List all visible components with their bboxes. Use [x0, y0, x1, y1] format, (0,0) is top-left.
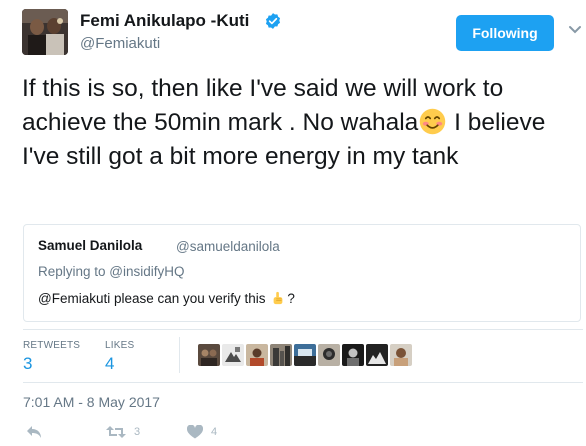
liker-avatar[interactable] — [246, 344, 268, 366]
quoted-author-name: Samuel Danilola — [38, 238, 143, 253]
author-avatar[interactable] — [22, 9, 68, 55]
liker-avatar[interactable] — [342, 344, 364, 366]
likers-avatar-list — [198, 344, 412, 366]
heart-icon — [187, 425, 203, 439]
liker-avatar[interactable] — [366, 344, 388, 366]
quoted-text-part-2: ? — [287, 291, 295, 306]
like-action-count: 4 — [211, 426, 218, 438]
following-button[interactable]: Following — [456, 15, 554, 51]
liker-avatar[interactable] — [270, 344, 292, 366]
replying-to-text: Replying to @insidifyHQ — [38, 264, 185, 279]
liker-avatar[interactable] — [198, 344, 220, 366]
liker-avatar[interactable] — [222, 344, 244, 366]
liker-avatar[interactable] — [294, 344, 316, 366]
stats-vertical-divider — [179, 337, 180, 373]
author-name[interactable]: Femi Anikulapo -Kuti — [80, 11, 249, 31]
retweets-count[interactable]: 3 — [23, 354, 32, 374]
pointing-hand-emoji-icon — [273, 291, 283, 305]
liker-avatar[interactable] — [390, 344, 412, 366]
like-button[interactable]: 4 — [187, 425, 217, 439]
quoted-tweet[interactable]: Samuel Danilola @samueldanilola Replying… — [23, 224, 581, 322]
reply-button[interactable] — [26, 425, 42, 439]
tweet-text: If this is so, then like I've said we wi… — [22, 72, 582, 174]
chevron-down-icon[interactable] — [568, 25, 582, 35]
retweet-icon — [106, 426, 126, 438]
likes-label[interactable]: LIKES — [105, 340, 134, 351]
smiling-face-emoji-icon — [420, 108, 446, 135]
stats-bottom-divider — [23, 382, 583, 383]
author-handle[interactable]: @Femiakuti — [80, 35, 160, 52]
verified-badge-icon — [265, 13, 281, 29]
liker-avatar[interactable] — [318, 344, 340, 366]
quoted-author-handle: @samueldanilola — [176, 239, 280, 254]
stats-top-divider — [23, 329, 583, 330]
retweet-action-count: 3 — [134, 426, 141, 438]
quoted-text-part-1: @Femiakuti please can you verify this — [38, 291, 266, 306]
retweet-button[interactable]: 3 — [106, 425, 140, 439]
quoted-tweet-text: @Femiakuti please can you verify this ? — [38, 291, 295, 306]
tweet-timestamp[interactable]: 7:01 AM - 8 May 2017 — [23, 394, 160, 410]
retweets-label[interactable]: RETWEETS — [23, 340, 80, 351]
likes-count[interactable]: 4 — [105, 354, 114, 374]
reply-icon — [27, 426, 41, 438]
